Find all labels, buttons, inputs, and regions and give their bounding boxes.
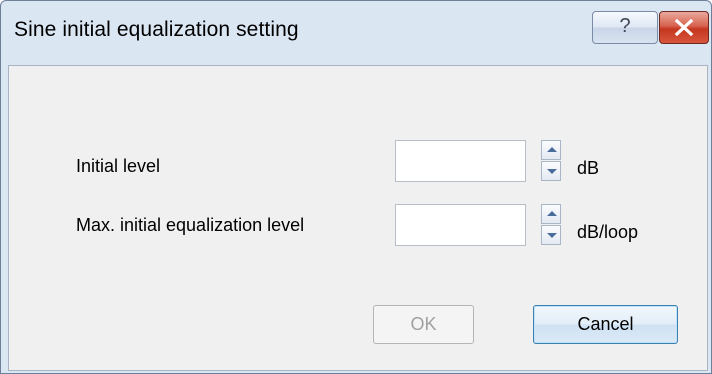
- max-initial-equalization-level-spinner[interactable]: [541, 204, 561, 246]
- dialog-window: Sine initial equalization setting ? Init…: [0, 0, 712, 374]
- help-icon: ?: [619, 15, 631, 37]
- help-button[interactable]: ?: [592, 11, 658, 44]
- initial-level-unit: dB: [577, 158, 600, 178]
- max-level-increment-button[interactable]: [541, 204, 561, 224]
- initial-level-label: Initial level: [76, 156, 161, 176]
- initial-level-field[interactable]: [395, 140, 526, 182]
- spin-up-arrow-icon: [547, 211, 557, 216]
- close-icon: [674, 19, 694, 36]
- max-level-decrement-button[interactable]: [541, 225, 561, 245]
- initial-level-spinner[interactable]: [541, 140, 561, 182]
- close-button[interactable]: [659, 11, 709, 44]
- spin-down-arrow-icon: [547, 233, 557, 238]
- cancel-button[interactable]: Cancel: [533, 305, 678, 344]
- dialog-title: Sine initial equalization setting: [14, 18, 299, 41]
- dialog-content: Initial level dB Max. initial equalizati…: [8, 65, 708, 371]
- title-bar[interactable]: Sine initial equalization setting ?: [1, 1, 711, 65]
- max-initial-equalization-level-field[interactable]: [395, 204, 526, 246]
- ok-button[interactable]: OK: [373, 305, 474, 344]
- spin-up-arrow-icon: [547, 147, 557, 152]
- initial-level-decrement-button[interactable]: [541, 161, 561, 181]
- max-initial-equalization-level-unit: dB/loop: [577, 222, 639, 242]
- spin-down-arrow-icon: [547, 169, 557, 174]
- max-initial-equalization-level-label: Max. initial equalization level: [76, 215, 305, 235]
- initial-level-increment-button[interactable]: [541, 140, 561, 160]
